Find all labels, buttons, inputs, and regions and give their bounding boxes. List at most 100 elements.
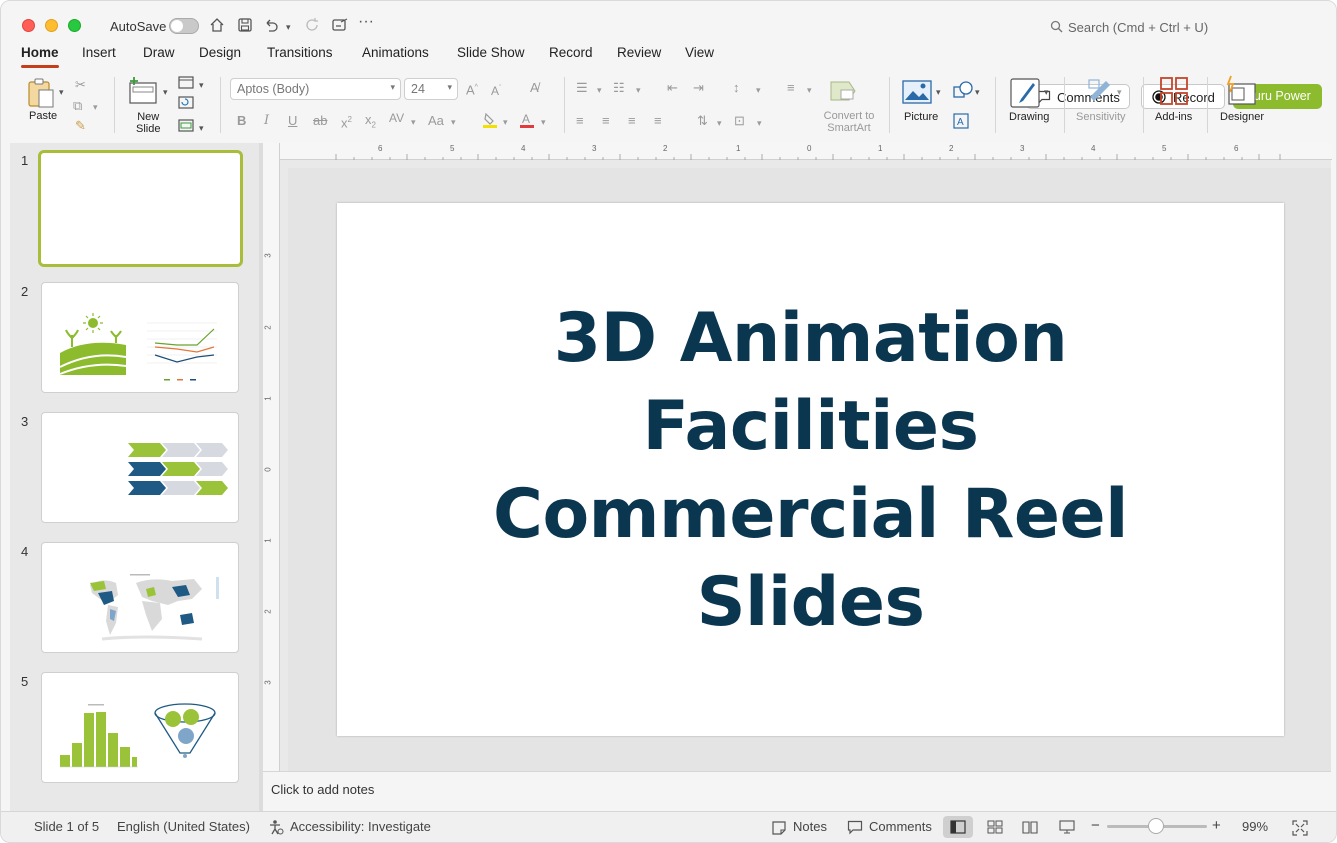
layout-dropdown-icon[interactable]: ▾ — [199, 77, 204, 93]
underline-icon[interactable]: U — [288, 113, 297, 129]
cut-icon[interactable]: ✂ — [75, 77, 86, 93]
increase-font-icon[interactable]: A^ — [466, 80, 478, 98]
sensitivity-dropdown-icon[interactable]: ▾ — [1117, 84, 1122, 100]
slide-thumbnail-1[interactable] — [38, 150, 243, 267]
copy-dropdown-icon[interactable]: ▾ — [93, 99, 98, 115]
zoom-level[interactable]: 99% — [1242, 819, 1268, 834]
picture-dropdown-icon[interactable]: ▾ — [936, 84, 941, 100]
font-size-select[interactable]: 24 ▾ — [404, 78, 458, 100]
horizontal-ruler[interactable]: 6 5 4 3 2 1 0 1 2 3 4 5 6 — [280, 143, 1332, 160]
justify-icon[interactable]: ≡ — [654, 113, 662, 129]
clear-formatting-icon[interactable]: A̸ — [530, 80, 539, 96]
numbering-icon[interactable]: ☷ — [613, 80, 625, 96]
notes-icon[interactable] — [771, 820, 787, 835]
tab-view[interactable]: View — [685, 45, 714, 60]
text-box-icon[interactable]: A — [953, 113, 969, 129]
new-slide-dropdown-icon[interactable]: ▾ — [163, 84, 168, 100]
accessibility-status[interactable]: Accessibility: Investigate — [290, 819, 431, 834]
zoom-window-button[interactable] — [68, 19, 81, 32]
zoom-out-icon[interactable]: − — [1091, 817, 1100, 834]
tab-transitions[interactable]: Transitions — [267, 45, 333, 60]
redo-icon[interactable] — [304, 17, 320, 33]
accessibility-icon[interactable] — [268, 819, 284, 835]
slide-thumbnail-3[interactable] — [41, 412, 239, 523]
drawing-dropdown-icon[interactable]: ▾ — [1044, 84, 1049, 100]
chevron-down-icon[interactable]: ▾ — [756, 82, 761, 98]
section-icon[interactable] — [178, 119, 194, 132]
section-dropdown-icon[interactable]: ▾ — [199, 120, 204, 136]
tab-design[interactable]: Design — [199, 45, 241, 60]
slide-thumbnail-5[interactable] — [41, 672, 239, 783]
reading-view-button[interactable] — [1015, 816, 1045, 838]
character-spacing-icon[interactable]: AV — [389, 110, 404, 126]
drawing-icon[interactable] — [1009, 77, 1041, 109]
line-spacing-icon[interactable]: ↕ — [733, 80, 740, 96]
change-case-icon[interactable]: Aa — [428, 113, 444, 129]
slide-thumbnail-4[interactable] — [41, 542, 239, 653]
chevron-down-icon[interactable]: ▾ — [597, 82, 602, 98]
chevron-down-icon[interactable]: ▾ — [541, 114, 546, 130]
tab-home[interactable]: Home — [21, 45, 59, 60]
paste-icon[interactable] — [25, 77, 57, 109]
comments-toggle-label[interactable]: Comments — [869, 819, 932, 834]
fit-to-window-icon[interactable] — [1292, 820, 1308, 836]
strikethrough-icon[interactable]: ab — [313, 113, 327, 129]
decrease-indent-icon[interactable]: ⇤ — [667, 80, 678, 96]
picture-icon[interactable] — [902, 80, 932, 104]
shapes-icon[interactable] — [953, 81, 973, 99]
close-window-button[interactable] — [22, 19, 35, 32]
layout-icon[interactable] — [178, 76, 194, 89]
designer-icon[interactable] — [1225, 75, 1257, 105]
align-left-icon[interactable]: ≡ — [576, 113, 584, 129]
bullets-icon[interactable]: ☰ — [576, 80, 588, 96]
align-center-icon[interactable]: ≡ — [602, 113, 610, 129]
format-painter-icon[interactable]: ✎ — [75, 118, 86, 134]
tab-slide-show[interactable]: Slide Show — [457, 45, 525, 60]
autosave-toggle[interactable] — [169, 18, 199, 34]
slide-thumbnail-2[interactable] — [41, 282, 239, 393]
chevron-down-icon[interactable]: ▾ — [636, 82, 641, 98]
align-text-icon[interactable]: ⊡ — [734, 113, 745, 129]
superscript-icon[interactable]: x2 — [341, 112, 352, 131]
slide-sorter-button[interactable] — [980, 816, 1010, 838]
italic-icon[interactable]: I — [264, 113, 269, 129]
highlight-icon[interactable] — [481, 111, 499, 129]
minimize-window-button[interactable] — [45, 19, 58, 32]
tab-review[interactable]: Review — [617, 45, 661, 60]
copy-icon[interactable]: ⧉ — [73, 98, 82, 114]
decrease-font-icon[interactable]: Aˇ — [491, 81, 501, 99]
vertical-ruler[interactable]: 3 2 1 0 1 2 3 — [263, 143, 280, 771]
slide-title[interactable]: 3D Animation Facilities Commercial Reel … — [337, 295, 1284, 647]
notes-toggle-label[interactable]: Notes — [793, 819, 827, 834]
reset-slide-icon[interactable] — [178, 96, 194, 109]
align-right-icon[interactable]: ≡ — [628, 113, 636, 129]
chevron-down-icon[interactable]: ▾ — [411, 114, 416, 130]
columns-icon[interactable]: ≡ — [787, 80, 795, 96]
tab-animations[interactable]: Animations — [362, 45, 429, 60]
add-ins-icon[interactable] — [1159, 76, 1189, 106]
present-icon[interactable] — [331, 17, 349, 33]
chevron-down-icon[interactable]: ▾ — [717, 115, 722, 131]
shapes-dropdown-icon[interactable]: ▾ — [975, 84, 980, 100]
undo-icon[interactable] — [263, 17, 279, 33]
search-input[interactable]: Search (Cmd + Ctrl + U) — [1068, 20, 1208, 35]
subscript-icon[interactable]: x2 — [365, 112, 376, 134]
tab-draw[interactable]: Draw — [143, 45, 175, 60]
new-slide-icon[interactable] — [127, 76, 159, 106]
chevron-down-icon[interactable]: ▾ — [757, 115, 762, 131]
normal-view-button[interactable] — [943, 816, 973, 838]
font-color-icon[interactable]: A — [518, 111, 536, 129]
chevron-down-icon[interactable]: ▾ — [807, 82, 812, 98]
slide-show-button[interactable] — [1052, 816, 1082, 838]
bold-icon[interactable]: B — [237, 113, 246, 129]
save-icon[interactable] — [237, 17, 253, 33]
paste-dropdown-icon[interactable]: ▾ — [59, 84, 64, 100]
chevron-down-icon[interactable]: ▾ — [503, 114, 508, 130]
font-name-select[interactable]: Aptos (Body) ▾ — [230, 78, 401, 100]
increase-indent-icon[interactable]: ⇥ — [693, 80, 704, 96]
current-slide[interactable]: 3D Animation Facilities Commercial Reel … — [337, 203, 1284, 736]
tab-record[interactable]: Record — [549, 45, 593, 60]
more-options-icon[interactable]: ··· — [358, 13, 374, 31]
smartart-icon[interactable] — [829, 78, 859, 104]
comments-icon[interactable] — [847, 820, 863, 835]
